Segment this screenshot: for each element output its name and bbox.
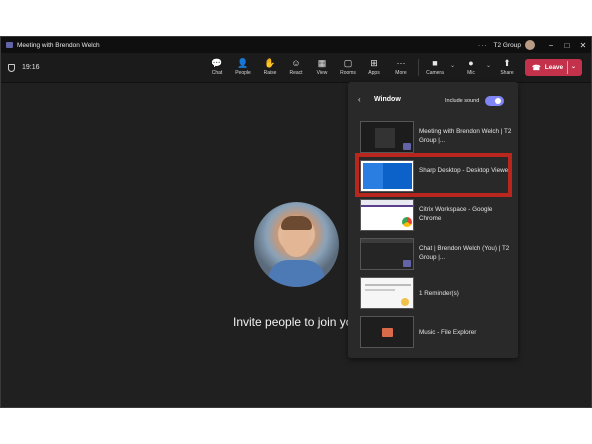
camera-icon: ■ bbox=[432, 58, 438, 68]
window-thumbnail bbox=[360, 238, 414, 270]
org-name[interactable]: T2 Group bbox=[494, 42, 521, 49]
back-chevron-icon[interactable]: ‹ bbox=[358, 95, 361, 104]
shield-icon bbox=[8, 63, 15, 72]
window-option-citrix[interactable]: Citrix Workspace - Google Chrome bbox=[360, 199, 512, 231]
window-label: Music - File Explorer bbox=[419, 329, 477, 336]
apps-button[interactable]: ⊞ Apps bbox=[361, 53, 387, 82]
people-icon: 👤 bbox=[237, 58, 249, 68]
teams-badge-icon bbox=[403, 260, 411, 267]
toggle-knob bbox=[495, 98, 501, 104]
window-option-reminder[interactable]: 1 Reminder(s) bbox=[360, 277, 512, 309]
chat-button[interactable]: 💬 Chat bbox=[204, 53, 230, 82]
camera-label: Camera bbox=[426, 70, 444, 76]
rooms-button[interactable]: ▢ Rooms bbox=[335, 53, 361, 82]
window-option-chat[interactable]: Chat | Brendon Welch (You) | T2 Group |.… bbox=[360, 238, 512, 270]
include-sound-label: Include sound bbox=[445, 98, 480, 104]
react-icon: ☺ bbox=[291, 58, 301, 68]
more-label: More bbox=[395, 70, 407, 76]
window-label: 1 Reminder(s) bbox=[419, 290, 459, 297]
window-title: Meeting with Brendon Welch bbox=[17, 41, 100, 49]
leave-divider bbox=[567, 61, 568, 74]
apps-icon: ⊞ bbox=[370, 58, 378, 68]
apps-label: Apps bbox=[368, 70, 380, 76]
title-bar: Meeting with Brendon Welch ··· T2 Group … bbox=[1, 37, 591, 53]
view-button[interactable]: ▦ View bbox=[309, 53, 335, 82]
raise-hand-button[interactable]: ✋ Raise bbox=[257, 53, 283, 82]
photo-shirt bbox=[268, 260, 325, 287]
thumb-detail bbox=[375, 128, 395, 148]
panel-title: Window bbox=[374, 96, 401, 103]
thumb-detail bbox=[361, 239, 413, 243]
window-label: Meeting with Brendon Welch | T2 Group |.… bbox=[419, 128, 512, 144]
thumb-detail bbox=[365, 284, 411, 286]
mic-options-chevron-icon[interactable]: ⌄ bbox=[486, 62, 491, 69]
chat-label: Chat bbox=[211, 70, 223, 76]
window-option-music[interactable]: Music - File Explorer bbox=[360, 316, 512, 348]
window-thumbnail bbox=[360, 277, 414, 309]
bell-icon bbox=[401, 298, 409, 306]
minimize-button[interactable]: − bbox=[543, 41, 559, 50]
react-label: React bbox=[289, 70, 303, 76]
more-icon: ··· bbox=[396, 58, 406, 68]
invite-text: Invite people to join yo bbox=[233, 315, 353, 329]
window-thumbnail bbox=[360, 121, 414, 153]
share-icon: ⬆ bbox=[503, 58, 511, 68]
more-button[interactable]: ··· More bbox=[388, 53, 414, 82]
chrome-icon bbox=[402, 217, 412, 227]
camera-button[interactable]: ■ Camera bbox=[422, 53, 448, 82]
phone-hangup-icon: ☎ bbox=[532, 64, 541, 72]
teams-badge-icon bbox=[403, 143, 411, 150]
window-label: Citrix Workspace - Google Chrome bbox=[419, 206, 493, 222]
folder-icon bbox=[382, 328, 393, 337]
more-options-button[interactable]: ··· bbox=[478, 42, 488, 49]
meeting-toolbar: 19:16 💬 Chat 👤 People ✋ Raise ☺ React ▦ … bbox=[1, 53, 591, 83]
leave-button[interactable]: ☎ Leave ⌄ bbox=[525, 59, 582, 76]
share-button[interactable]: ⬆ Share bbox=[494, 53, 520, 82]
mic-icon: ● bbox=[468, 58, 474, 68]
toolbar-divider bbox=[418, 59, 419, 76]
raise-hand-icon: ✋ bbox=[264, 58, 276, 68]
mic-button[interactable]: ● Mic bbox=[458, 53, 484, 82]
profile-avatar[interactable] bbox=[525, 40, 535, 50]
window-thumbnail bbox=[360, 316, 414, 348]
react-button[interactable]: ☺ React bbox=[283, 53, 309, 82]
photo-hair bbox=[281, 216, 312, 230]
thumb-detail bbox=[365, 289, 395, 291]
leave-options-chevron-icon[interactable]: ⌄ bbox=[571, 63, 576, 70]
share-label: Share bbox=[500, 70, 514, 76]
chat-icon: 💬 bbox=[211, 58, 223, 68]
maximize-button[interactable]: □ bbox=[559, 41, 575, 50]
include-sound-toggle[interactable] bbox=[485, 96, 504, 106]
camera-options-chevron-icon[interactable]: ⌄ bbox=[450, 62, 455, 69]
window-label: Chat | Brendon Welch (You) | T2 Group |.… bbox=[419, 245, 510, 261]
meeting-timer: 19:16 bbox=[22, 64, 40, 71]
share-window-panel: ‹ Window Include sound Meeting with Bren… bbox=[348, 82, 518, 358]
rooms-icon: ▢ bbox=[343, 58, 353, 68]
view-icon: ▦ bbox=[317, 58, 327, 68]
highlight-box bbox=[355, 153, 512, 197]
teams-logo-icon bbox=[6, 42, 13, 48]
people-button[interactable]: 👤 People bbox=[230, 53, 256, 82]
thumb-detail bbox=[361, 205, 413, 207]
people-label: People bbox=[235, 70, 251, 76]
view-label: View bbox=[316, 70, 328, 76]
participant-photo bbox=[254, 202, 339, 287]
window-thumbnail bbox=[360, 199, 414, 231]
rooms-label: Rooms bbox=[340, 70, 356, 76]
close-button[interactable]: ✕ bbox=[575, 41, 591, 50]
mic-label: Mic bbox=[467, 70, 475, 76]
window-option-meeting[interactable]: Meeting with Brendon Welch | T2 Group |.… bbox=[360, 121, 512, 153]
raise-label: Raise bbox=[263, 70, 277, 76]
leave-label: Leave bbox=[544, 64, 564, 71]
